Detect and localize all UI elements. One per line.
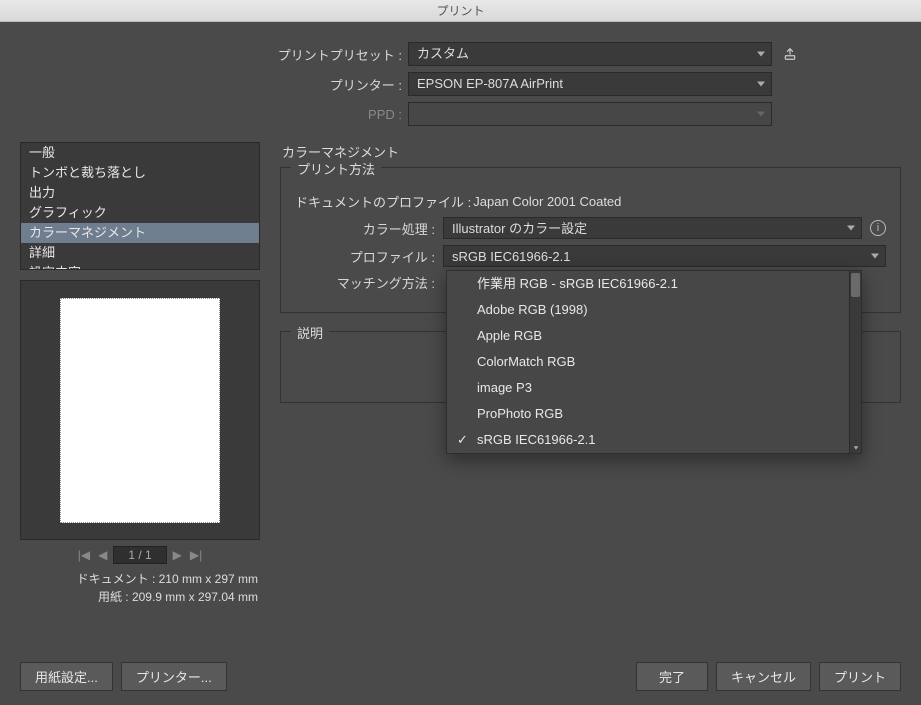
preset-select[interactable]: カスタム — [408, 42, 772, 66]
chevron-down-icon — [847, 226, 855, 231]
profile-option[interactable]: ProPhoto RGB — [447, 401, 861, 427]
profile-option[interactable]: Adobe RGB (1998) — [447, 297, 861, 323]
profile-dropdown[interactable]: 作業用 RGB - sRGB IEC61966-2.1Adobe RGB (19… — [446, 270, 862, 454]
intent-label: マッチング方法 : — [295, 273, 443, 292]
window-titlebar: プリント — [0, 0, 921, 22]
profile-option[interactable]: ColorMatch RGB — [447, 349, 861, 375]
category-list[interactable]: 一般トンボと裁ち落とし出力グラフィックカラーマネジメント詳細設定内容 — [20, 142, 260, 270]
cancel-button[interactable]: キャンセル — [716, 662, 811, 691]
category-item[interactable]: グラフィック — [21, 203, 259, 223]
ppd-select — [408, 102, 772, 126]
profile-value: sRGB IEC61966-2.1 — [452, 249, 571, 264]
preset-label: プリントプリセット : — [30, 45, 408, 64]
print-dialog: プリントプリセット : カスタム プリンター : EPSON EP-807A A… — [0, 22, 921, 705]
preset-value: カスタム — [417, 46, 469, 61]
done-button[interactable]: 完了 — [636, 662, 708, 691]
color-handling-value: Illustrator のカラー設定 — [452, 221, 587, 236]
profile-select[interactable]: sRGB IEC61966-2.1 — [443, 245, 886, 267]
doc-profile-value: Japan Color 2001 Coated — [473, 194, 621, 209]
printer-value: EPSON EP-807A AirPrint — [417, 76, 563, 91]
dropdown-scrollbar[interactable] — [849, 271, 861, 453]
page-indicator: 1 / 1 — [113, 546, 166, 564]
document-dimensions: ドキュメント : 210 mm x 297 mm — [20, 570, 258, 588]
print-button[interactable]: プリント — [819, 662, 901, 691]
profile-label: プロファイル : — [295, 247, 443, 266]
print-method-legend: プリント方法 — [291, 159, 381, 178]
top-form: プリントプリセット : カスタム プリンター : EPSON EP-807A A… — [0, 22, 921, 142]
category-item[interactable]: トンボと裁ち落とし — [21, 163, 259, 183]
category-item[interactable]: 出力 — [21, 183, 259, 203]
page-preview — [60, 298, 220, 523]
category-item[interactable]: 詳細 — [21, 243, 259, 263]
scroll-down-icon[interactable] — [850, 443, 861, 453]
prev-page-button[interactable]: ◀ — [96, 548, 109, 562]
chevron-down-icon — [757, 112, 765, 117]
explain-legend: 説明 — [291, 323, 329, 342]
profile-option[interactable]: image P3 — [447, 375, 861, 401]
info-icon[interactable]: i — [870, 220, 886, 236]
profile-option[interactable]: Apple RGB — [447, 323, 861, 349]
first-page-button[interactable]: |◀ — [76, 548, 92, 562]
ppd-label: PPD : — [30, 107, 408, 122]
category-item[interactable]: 設定内容 — [21, 263, 259, 270]
category-item[interactable]: 一般 — [21, 143, 259, 163]
printer-button[interactable]: プリンター... — [121, 662, 227, 691]
chevron-down-icon — [757, 52, 765, 57]
color-handling-label: カラー処理 : — [295, 219, 443, 238]
paper-dimensions: 用紙 : 209.9 mm x 297.04 mm — [20, 588, 258, 606]
last-page-button[interactable]: ▶| — [188, 548, 204, 562]
profile-option[interactable]: 作業用 RGB - sRGB IEC61966-2.1 — [447, 271, 861, 297]
category-item[interactable]: カラーマネジメント — [21, 223, 259, 243]
doc-profile-label: ドキュメントのプロファイル : — [295, 192, 471, 211]
preview-box — [20, 280, 260, 540]
save-preset-icon[interactable] — [780, 44, 800, 64]
chevron-down-icon — [871, 254, 879, 259]
printer-label: プリンター : — [30, 75, 408, 94]
pager: |◀ ◀ 1 / 1 ▶ ▶| — [20, 546, 260, 564]
profile-option[interactable]: sRGB IEC61966-2.1 — [447, 427, 861, 453]
next-page-button[interactable]: ▶ — [171, 548, 184, 562]
footer: 用紙設定... プリンター... 完了 キャンセル プリント — [0, 648, 921, 705]
page-setup-button[interactable]: 用紙設定... — [20, 662, 113, 691]
printer-select[interactable]: EPSON EP-807A AirPrint — [408, 72, 772, 96]
chevron-down-icon — [757, 82, 765, 87]
color-handling-select[interactable]: Illustrator のカラー設定 — [443, 217, 862, 239]
scroll-thumb[interactable] — [851, 273, 860, 297]
